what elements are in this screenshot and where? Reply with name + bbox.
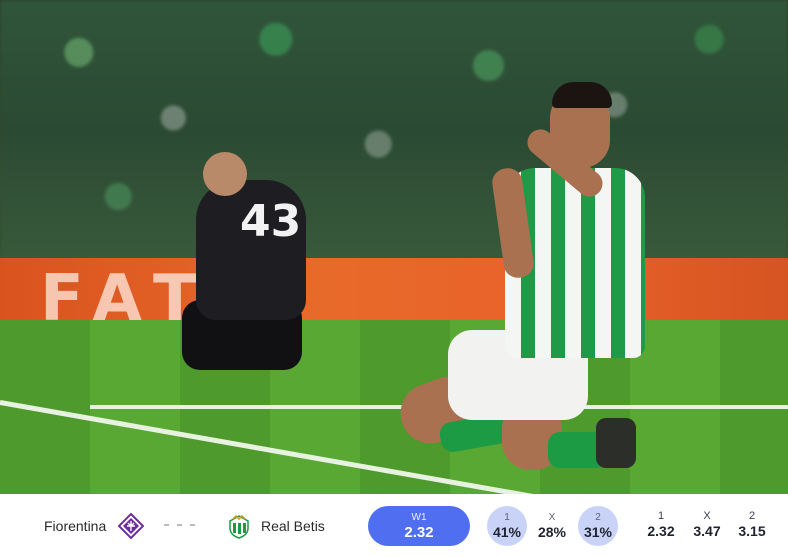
odds-label: 1: [657, 510, 665, 522]
odds-home-button[interactable]: 1 2.32: [639, 510, 683, 540]
odds-away-button[interactable]: 2 3.15: [730, 510, 774, 540]
crowd-background: [0, 0, 788, 262]
home-team[interactable]: Fiorentina: [44, 494, 145, 557]
odds-value: 2.32: [647, 523, 675, 539]
real-betis-crest-icon: [226, 513, 252, 539]
probability-value: 28%: [537, 524, 567, 540]
probability-value: 31%: [583, 524, 613, 540]
odds-value: 3.47: [693, 523, 721, 539]
probability-label: X: [548, 512, 556, 523]
versus-separator: [164, 524, 195, 526]
probability-label: 1: [504, 512, 510, 523]
odds-draw-button[interactable]: X 3.47: [685, 510, 729, 540]
fiorentina-crest-icon: [118, 512, 145, 539]
away-team[interactable]: Real Betis: [226, 494, 325, 557]
home-team-name: Fiorentina: [44, 517, 107, 534]
probability-label: 2: [595, 512, 601, 523]
player-hair: [552, 82, 612, 108]
match-odds-bar: Fiorentina Real Betis W1 2.32 1 41% X 28…: [0, 494, 788, 557]
odds-label: X: [703, 510, 711, 522]
selected-bet-odds: 2.32: [404, 523, 434, 541]
selected-bet-label: W1: [411, 511, 427, 523]
probability-value: 41%: [492, 524, 522, 540]
goalkeeper-shirt-number: 43: [240, 196, 302, 247]
away-team-name: Real Betis: [261, 517, 325, 534]
probability-away: 2 31%: [578, 506, 618, 546]
match-photo: FAT 43: [0, 0, 788, 494]
odds-label: 2: [748, 510, 756, 522]
goalkeeper-head: [203, 152, 247, 196]
player-boot: [596, 418, 636, 468]
odds-value: 3.15: [738, 523, 766, 539]
probability-home: 1 41%: [487, 506, 527, 546]
probability-draw: X 28%: [532, 506, 572, 546]
selected-bet-button[interactable]: W1 2.32: [368, 506, 470, 546]
